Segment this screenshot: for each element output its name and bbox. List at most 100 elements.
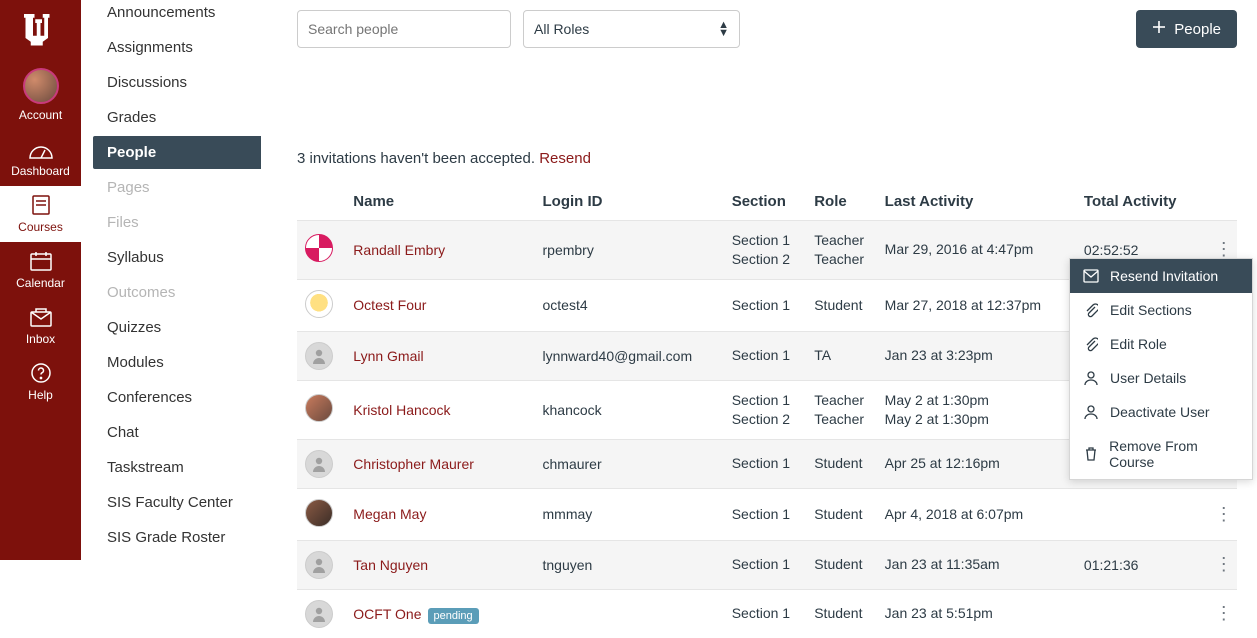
nav-help[interactable]: Help [0,354,81,410]
course-nav-item[interactable]: Conferences [93,381,261,414]
resend-link[interactable]: Resend [539,150,591,167]
person-name-link[interactable]: Tan Nguyen [353,557,428,573]
person-name-link[interactable]: Kristol Hancock [353,402,450,418]
login-cell: rpembry [535,221,724,280]
nav-label: Help [28,388,53,402]
dropdown-item-label: Resend Invitation [1110,268,1218,284]
login-cell: tnguyen [535,540,724,589]
section-cell: Section 1 [724,439,807,488]
invite-text: 3 invitations haven't been accepted. [297,150,539,167]
login-cell: chmaurer [535,439,724,488]
role-filter-value: All Roles [534,21,589,37]
pending-badge: pending [428,608,479,624]
dropdown-item[interactable]: Remove From Course [1070,429,1252,479]
course-nav-item[interactable]: Announcements [93,0,261,29]
role-cell: TeacherTeacher [806,380,876,439]
person-name-link[interactable]: Megan May [353,506,426,522]
nav-dashboard[interactable]: Dashboard [0,130,81,186]
dropdown-item-label: User Details [1110,370,1186,386]
course-nav-item[interactable]: Quizzes [93,311,261,344]
user-actions-dropdown: Resend Invitation Edit Sections Edit Role U… [1069,258,1253,480]
section-cell: Section 1 [724,331,807,380]
last-activity-cell: Jan 23 at 11:35am [877,540,1076,589]
add-people-label: People [1174,21,1221,38]
row-menu-button[interactable]: ⋮ [1215,554,1233,574]
avatar [305,234,333,262]
course-nav-item[interactable]: Pages [93,171,261,204]
nav-inbox[interactable]: Inbox [0,298,81,354]
dashboard-icon [28,138,54,160]
inbox-icon [29,306,53,328]
course-nav-item[interactable]: Assignments [93,31,261,64]
login-cell: mmmay [535,488,724,540]
role-filter-select[interactable]: All Roles ▲▼ [523,10,740,48]
avatar [305,600,333,628]
course-nav-item[interactable]: Grades [93,101,261,134]
col-header-name: Name [345,183,534,221]
course-nav-item[interactable]: Discussions [93,66,261,99]
course-nav-item[interactable]: SIS Faculty Center [93,486,261,519]
chevron-updown-icon: ▲▼ [718,21,729,37]
course-nav-item[interactable]: People [93,136,261,169]
course-nav-item[interactable]: Files [93,206,261,239]
table-row: Megan MaymmmaySection 1StudentApr 4, 201… [297,488,1237,540]
dropdown-item[interactable]: Deactivate User [1070,395,1252,429]
person-name-link[interactable]: OCFT One [353,606,421,622]
person-name-link[interactable]: Octest Four [353,297,426,313]
dropdown-item-label: Edit Sections [1110,302,1192,318]
person-name-link[interactable]: Lynn Gmail [353,348,423,364]
nav-label: Inbox [26,332,55,346]
person-name-link[interactable]: Randall Embry [353,242,445,258]
last-activity-cell: Jan 23 at 5:51pm [877,589,1076,638]
person-name-link[interactable]: Christopher Maurer [353,456,474,472]
avatar [305,342,333,370]
row-menu-button[interactable]: ⋮ [1215,504,1233,524]
nav-calendar[interactable]: Calendar [0,242,81,298]
search-input[interactable] [297,10,511,48]
dropdown-item-label: Edit Role [1110,336,1167,352]
courses-icon [30,194,52,216]
dropdown-item[interactable]: Resend Invitation [1070,259,1252,293]
dropdown-item[interactable]: Edit Role [1070,327,1252,361]
avatar [305,499,333,527]
section-cell: Section 1 [724,488,807,540]
col-header-total: Total Activity [1076,183,1207,221]
role-cell: TA [806,331,876,380]
nav-courses[interactable]: Courses [0,186,81,242]
calendar-icon [29,250,53,272]
section-cell: Section 1 [724,279,807,331]
course-nav-item[interactable]: Taskstream [93,451,261,484]
avatar [305,394,333,422]
section-cell: Section 1 [724,540,807,589]
trash-icon [1082,446,1099,462]
role-cell: Student [806,540,876,589]
nav-account[interactable]: Account [0,60,81,130]
avatar [305,450,333,478]
main-content: All Roles ▲▼ People 3 invitations haven'… [261,0,1257,560]
plus-icon [1152,20,1166,38]
role-cell: Student [806,589,876,638]
dropdown-item-label: Remove From Course [1109,438,1240,470]
login-cell: khancock [535,380,724,439]
section-cell: Section 1Section 2 [724,221,807,280]
course-nav-item[interactable]: Outcomes [93,276,261,309]
row-menu-button[interactable]: ⋮ [1215,239,1233,259]
login-cell: lynnward40@gmail.com [535,331,724,380]
nav-label: Dashboard [11,164,70,178]
row-menu-button[interactable]: ⋮ [1215,603,1233,623]
course-nav-item[interactable]: Syllabus [93,241,261,274]
login-cell: octest4 [535,279,724,331]
dropdown-item[interactable]: User Details [1070,361,1252,395]
add-people-button[interactable]: People [1136,10,1237,48]
course-nav-item[interactable]: SIS Grade Roster [93,521,261,554]
course-nav-item[interactable]: Chat [93,416,261,449]
last-activity-cell: Mar 27, 2018 at 12:37pm [877,279,1076,331]
mail-icon [1082,269,1100,283]
dropdown-item[interactable]: Edit Sections [1070,293,1252,327]
role-cell: Student [806,439,876,488]
course-nav-item[interactable]: Modules [93,346,261,379]
last-activity-cell: Jan 23 at 3:23pm [877,331,1076,380]
role-cell: Student [806,279,876,331]
role-cell: TeacherTeacher [806,221,876,280]
role-cell: Student [806,488,876,540]
